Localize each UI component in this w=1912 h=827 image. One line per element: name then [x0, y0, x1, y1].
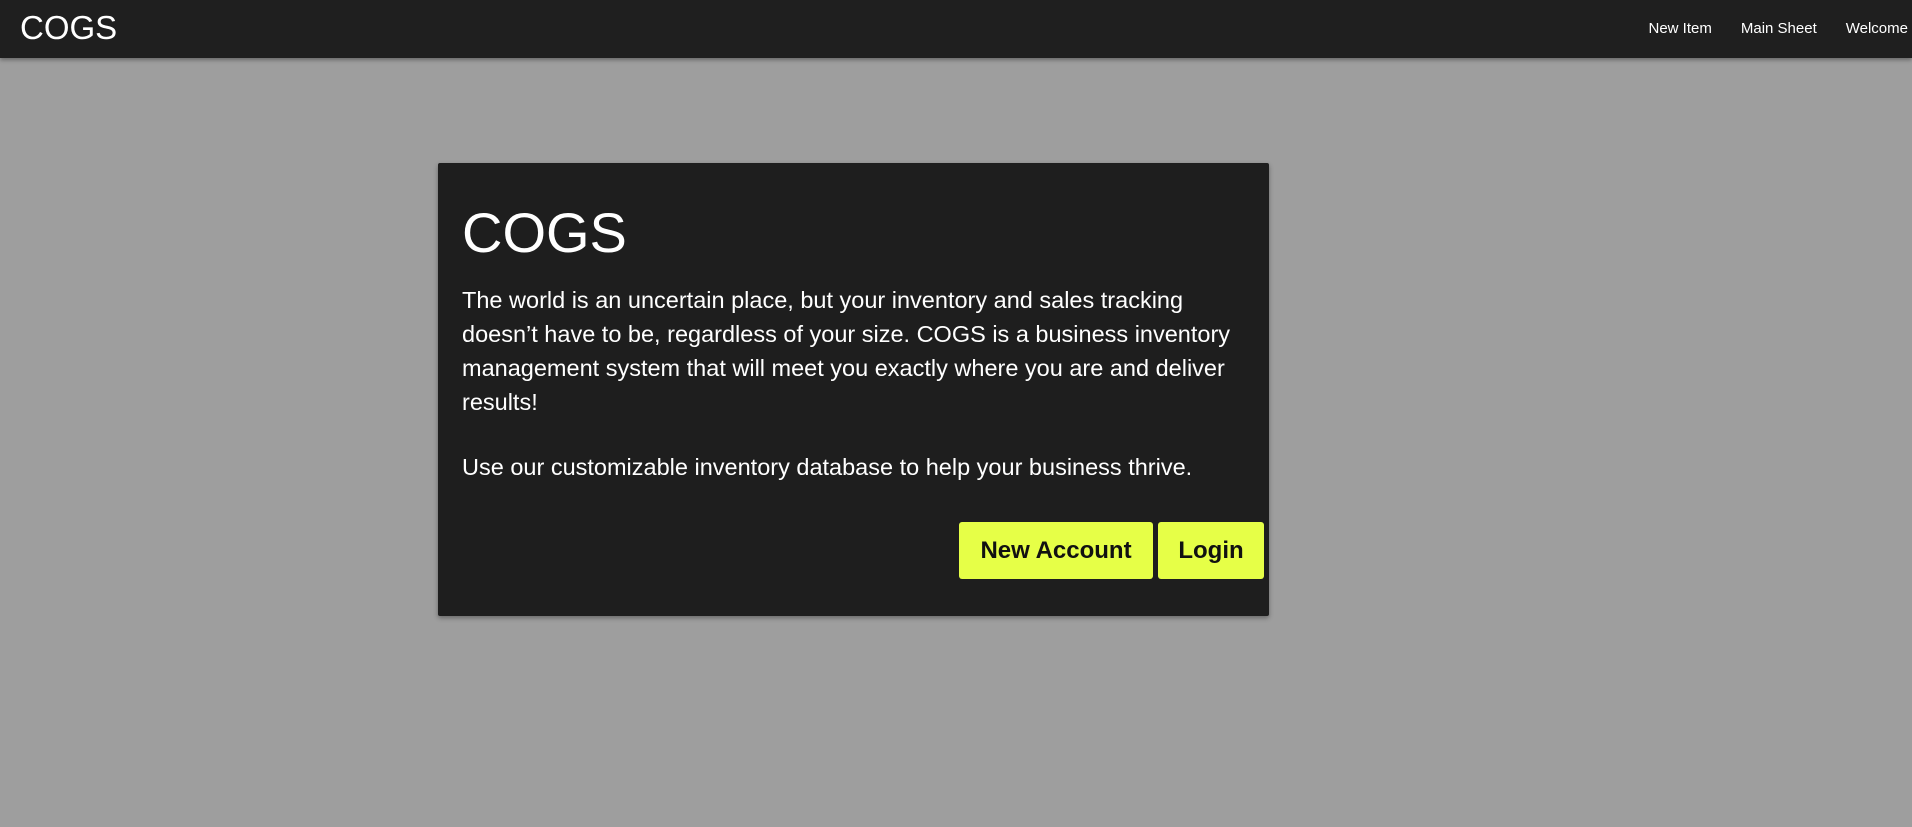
- card-title: COGS: [462, 201, 627, 264]
- welcome-card: COGS The world is an uncertain place, bu…: [438, 163, 1269, 616]
- new-account-button[interactable]: New Account: [959, 522, 1153, 579]
- cta-paragraph: Use our customizable inventory database …: [462, 454, 1193, 480]
- intro-paragraph: The world is an uncertain place, but you…: [462, 287, 1231, 415]
- nav-link-new-item[interactable]: New Item: [1649, 20, 1712, 37]
- login-button[interactable]: Login: [1158, 522, 1264, 579]
- nav-link-welcome[interactable]: Welcome: [1846, 20, 1908, 37]
- brand-logo-link[interactable]: COGS: [20, 8, 117, 48]
- top-navbar: COGS New Item Main Sheet Welcome: [0, 0, 1912, 58]
- nav-links: New Item Main Sheet Welcome: [1620, 0, 1909, 56]
- nav-link-main-sheet[interactable]: Main Sheet: [1741, 20, 1817, 37]
